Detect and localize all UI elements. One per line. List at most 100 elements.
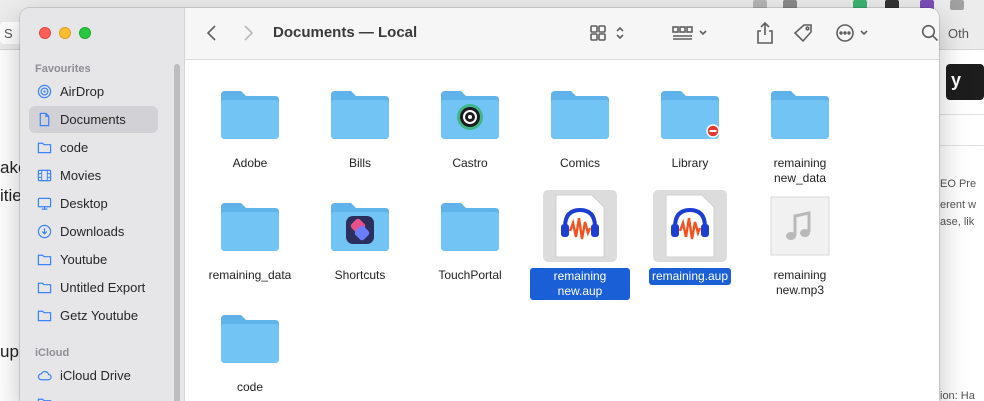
chevron-right-icon bbox=[244, 25, 254, 41]
file-item[interactable]: Comics bbox=[525, 78, 635, 171]
shortcuts-folder-icon bbox=[323, 190, 397, 262]
toolbar: Documents — Local bbox=[185, 8, 939, 60]
file-name: TouchPortal bbox=[438, 268, 502, 282]
folder-icon bbox=[37, 280, 52, 295]
sidebar-item-desktop[interactable]: Desktop bbox=[29, 190, 158, 217]
restricted-folder-icon bbox=[653, 78, 727, 150]
file-name: remaining new.aup bbox=[530, 268, 630, 300]
file-name: Castro bbox=[452, 156, 488, 170]
sidebar-item-airdrop[interactable]: AirDrop bbox=[29, 78, 158, 105]
sidebar-scrollbar[interactable] bbox=[174, 64, 180, 401]
audacity-file-icon bbox=[543, 190, 617, 262]
sidebar: Favourites AirDrop Documents code Movies bbox=[20, 8, 185, 401]
file-item[interactable]: remaining new.aup bbox=[525, 190, 635, 300]
close-button[interactable] bbox=[39, 27, 51, 39]
file-item[interactable]: Shortcuts bbox=[305, 190, 415, 283]
more-actions-button[interactable] bbox=[835, 22, 875, 44]
audio-file-icon bbox=[763, 190, 837, 262]
file-item[interactable]: Castro bbox=[415, 78, 525, 171]
page-text: erent w bbox=[940, 199, 977, 211]
sidebar-item-downloads[interactable]: Downloads bbox=[29, 218, 158, 245]
folder-icon bbox=[213, 302, 287, 374]
window-title: Documents — Local bbox=[273, 24, 418, 41]
maximize-button[interactable] bbox=[79, 27, 91, 39]
file-item[interactable]: code bbox=[195, 302, 305, 395]
divider bbox=[940, 114, 984, 115]
file-item[interactable]: remaining.aup bbox=[635, 190, 745, 285]
divider bbox=[940, 145, 984, 146]
sidebar-item-shared[interactable] bbox=[29, 390, 158, 401]
sidebar-item-label: Movies bbox=[60, 168, 102, 183]
file-name: remaining new.mp3 bbox=[773, 268, 827, 297]
folder-icon bbox=[323, 78, 397, 150]
folder-icon bbox=[213, 190, 287, 262]
finder-window: Favourites AirDrop Documents code Movies bbox=[20, 8, 939, 401]
document-icon bbox=[37, 112, 52, 127]
forward-button[interactable] bbox=[237, 22, 259, 44]
sidebar-item-documents[interactable]: Documents bbox=[29, 106, 158, 133]
folder-icon bbox=[543, 78, 617, 150]
file-name: remaining new_data bbox=[773, 156, 827, 185]
sidebar-item-youtube[interactable]: Youtube bbox=[29, 246, 158, 273]
view-mode-button[interactable] bbox=[589, 22, 629, 44]
back-button[interactable] bbox=[201, 22, 223, 44]
file-name: Comics bbox=[559, 156, 600, 170]
file-item[interactable]: Library bbox=[635, 78, 745, 171]
sidebar-item-getz-youtube[interactable]: Getz Youtube bbox=[29, 302, 158, 329]
file-item[interactable]: remaining new.mp3 bbox=[745, 190, 855, 298]
film-icon bbox=[37, 168, 52, 183]
search-button[interactable] bbox=[919, 22, 939, 44]
share-icon bbox=[757, 22, 773, 44]
sidebar-item-label: code bbox=[60, 140, 89, 155]
airdrop-icon bbox=[37, 84, 52, 99]
puzzle-icon[interactable] bbox=[950, 0, 964, 10]
download-icon bbox=[37, 224, 52, 239]
sidebar-section-icloud: iCloud bbox=[35, 347, 70, 359]
file-grid: Adobe Bills Castro Comics Library remaining n… bbox=[185, 60, 939, 401]
page-text: ase, lik bbox=[940, 216, 975, 228]
share-button[interactable] bbox=[754, 22, 776, 44]
desktop-icon bbox=[37, 196, 52, 211]
file-name: Shortcuts bbox=[334, 268, 386, 282]
sidebar-item-label: Documents bbox=[60, 112, 126, 127]
search-icon bbox=[921, 24, 939, 42]
tags-button[interactable] bbox=[792, 22, 816, 44]
folder-icon bbox=[37, 140, 52, 155]
folder-icon bbox=[763, 78, 837, 150]
cloud-icon bbox=[37, 368, 52, 383]
file-item[interactable]: remaining new_data bbox=[745, 78, 855, 186]
page-text: up bbox=[0, 342, 19, 361]
group-by-button[interactable] bbox=[671, 22, 711, 44]
file-name: Bills bbox=[348, 156, 371, 170]
sidebar-item-label: Youtube bbox=[60, 252, 108, 267]
page-text: ion: Ha bbox=[940, 390, 975, 401]
file-item[interactable]: Bills bbox=[305, 78, 415, 171]
sidebar-item-label: Downloads bbox=[60, 224, 125, 239]
tag-icon bbox=[794, 24, 812, 43]
file-name: remaining_data bbox=[208, 268, 292, 282]
sidebar-item-label: iCloud Drive bbox=[60, 368, 131, 383]
file-name: remaining.aup bbox=[648, 268, 732, 285]
sidebar-item-movies[interactable]: Movies bbox=[29, 162, 158, 189]
minimize-button[interactable] bbox=[59, 27, 71, 39]
folder-icon bbox=[433, 190, 507, 262]
sidebar-item-icloud-drive[interactable]: iCloud Drive bbox=[29, 362, 158, 389]
grid-view-icon bbox=[590, 25, 624, 41]
browser-tab-left[interactable]: S bbox=[0, 22, 22, 44]
browser-tab-other[interactable]: Oth bbox=[940, 22, 984, 44]
group-icon bbox=[672, 26, 707, 40]
file-name: code bbox=[236, 380, 264, 394]
sidebar-item-untitled-export[interactable]: Untitled Export bbox=[29, 274, 158, 301]
file-item[interactable]: TouchPortal bbox=[415, 190, 525, 283]
folder-icon bbox=[213, 78, 287, 150]
file-name: Adobe bbox=[232, 156, 268, 170]
ellipsis-circle-icon bbox=[836, 24, 868, 42]
file-item[interactable]: Adobe bbox=[195, 78, 305, 171]
folder-icon bbox=[37, 308, 52, 323]
file-name: Library bbox=[671, 156, 709, 170]
yoast-logo[interactable]: y bbox=[946, 64, 984, 100]
sidebar-item-code[interactable]: code bbox=[29, 134, 158, 161]
sidebar-section-favourites: Favourites bbox=[35, 63, 91, 75]
sidebar-item-label: Desktop bbox=[60, 196, 108, 211]
file-item[interactable]: remaining_data bbox=[195, 190, 305, 283]
